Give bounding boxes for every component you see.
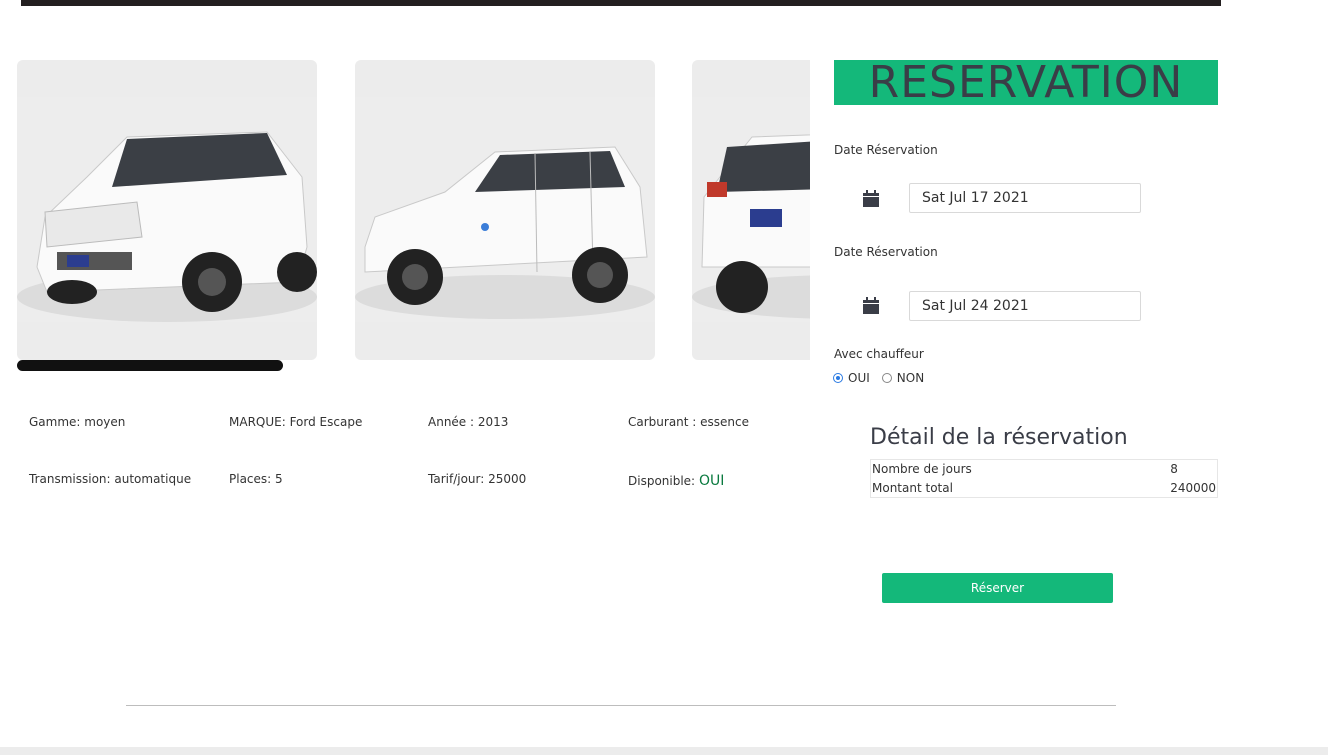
- reservation-title: RESERVATION: [834, 60, 1218, 106]
- spec-transmission: Transmission: automatique: [29, 472, 192, 486]
- footer-bar: [0, 747, 1328, 755]
- radio-non[interactable]: [881, 373, 892, 383]
- detail-title: Détail de la réservation: [870, 425, 1128, 450]
- car-photo-card[interactable]: [355, 60, 655, 360]
- table-row: Nombre de jours 8: [871, 460, 1218, 479]
- radio-non-label: NON: [896, 371, 925, 385]
- divider: [126, 705, 1116, 706]
- car-gallery[interactable]: [17, 60, 810, 360]
- spec-disponible: Disponible: OUI: [628, 473, 724, 489]
- car-front-photo: [17, 97, 317, 322]
- car-photo-card[interactable]: [692, 60, 810, 360]
- spec-marque: MARQUE: Ford Escape: [229, 415, 363, 429]
- spec-tarif: Tarif/jour: 25000: [428, 472, 527, 486]
- gallery-scrollbar[interactable]: [17, 360, 283, 371]
- car-rear-photo: [692, 97, 810, 322]
- spec-annee: Année : 2013: [428, 415, 509, 429]
- top-bar: [21, 0, 1221, 6]
- car-photo-card[interactable]: [17, 60, 317, 360]
- spec-carburant: Carburant : essence: [628, 415, 750, 429]
- calendar-icon: [863, 190, 879, 207]
- detail-table: Nombre de jours 8 Montant total 240000: [870, 459, 1218, 498]
- date-end-label: Date Réservation: [834, 245, 938, 259]
- chauffeur-options: OUI NON: [833, 371, 924, 385]
- total-label: Montant total: [872, 480, 953, 495]
- total-value: 240000: [1170, 480, 1216, 495]
- car-side-photo: [355, 97, 655, 322]
- date-start-label: Date Réservation: [834, 143, 938, 157]
- spec-disponible-label: Disponible:: [628, 474, 696, 488]
- availability-status: OUI: [698, 473, 725, 489]
- days-label: Nombre de jours: [872, 462, 972, 477]
- table-row: Montant total 240000: [871, 479, 1218, 498]
- days-value: 8: [1170, 462, 1178, 477]
- spec-places: Places: 5: [229, 472, 283, 486]
- radio-oui-label: OUI: [848, 371, 870, 385]
- spec-gamme: Gamme: moyen: [29, 415, 126, 429]
- calendar-icon: [863, 297, 879, 314]
- radio-oui[interactable]: [833, 373, 843, 383]
- chauffeur-label: Avec chauffeur: [834, 347, 924, 361]
- date-start-input[interactable]: Sat Jul 17 2021: [909, 183, 1141, 213]
- reserve-button[interactable]: Réserver: [882, 573, 1113, 603]
- date-end-input[interactable]: Sat Jul 24 2021: [909, 291, 1141, 321]
